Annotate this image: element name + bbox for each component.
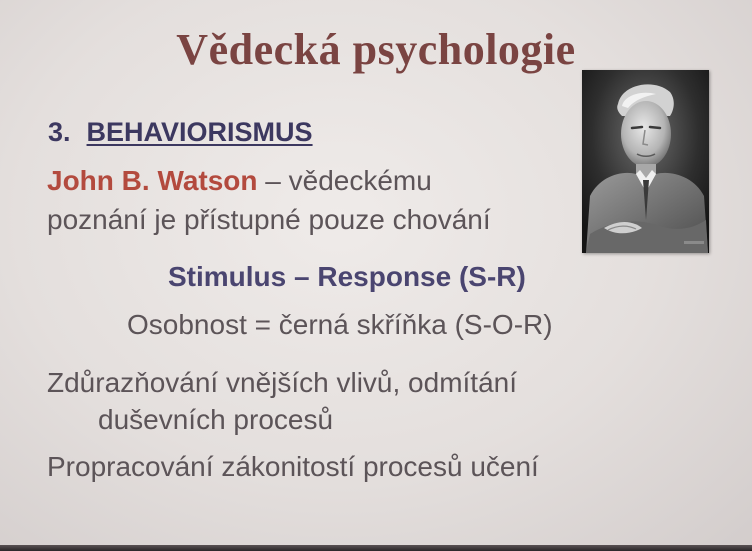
bullet-2: Propracování zákonitostí procesů učení xyxy=(47,451,539,482)
section-heading: 3. BEHAVIORISMUS xyxy=(48,117,313,148)
watson-name: John B. Watson xyxy=(47,165,258,196)
slide-title: Vědecká psychologie xyxy=(176,25,576,74)
statement-line: poznání je přístupné pouze chování xyxy=(47,204,491,235)
section-label: BEHAVIORISMUS xyxy=(86,117,313,147)
personality-line: Osobnost = černá skříňka (S-O-R) xyxy=(127,309,553,340)
stimulus-response: Stimulus – Response (S-R) xyxy=(168,261,526,292)
bullet-1-line-1: Zdůrazňování vnějších vlivů, odmítání xyxy=(47,367,518,398)
watson-rest: – vědeckému xyxy=(257,165,432,196)
bullet-1-line-2: duševních procesů xyxy=(98,404,334,435)
section-number: 3. xyxy=(48,117,71,147)
watson-line: John B. Watson – vědeckému xyxy=(47,165,432,197)
portrait-photo-icon xyxy=(582,70,709,253)
slide: Vědecká psychologie 3. BEHAVIORISMUS John… xyxy=(0,0,752,545)
screen-bottom-edge xyxy=(0,545,752,551)
